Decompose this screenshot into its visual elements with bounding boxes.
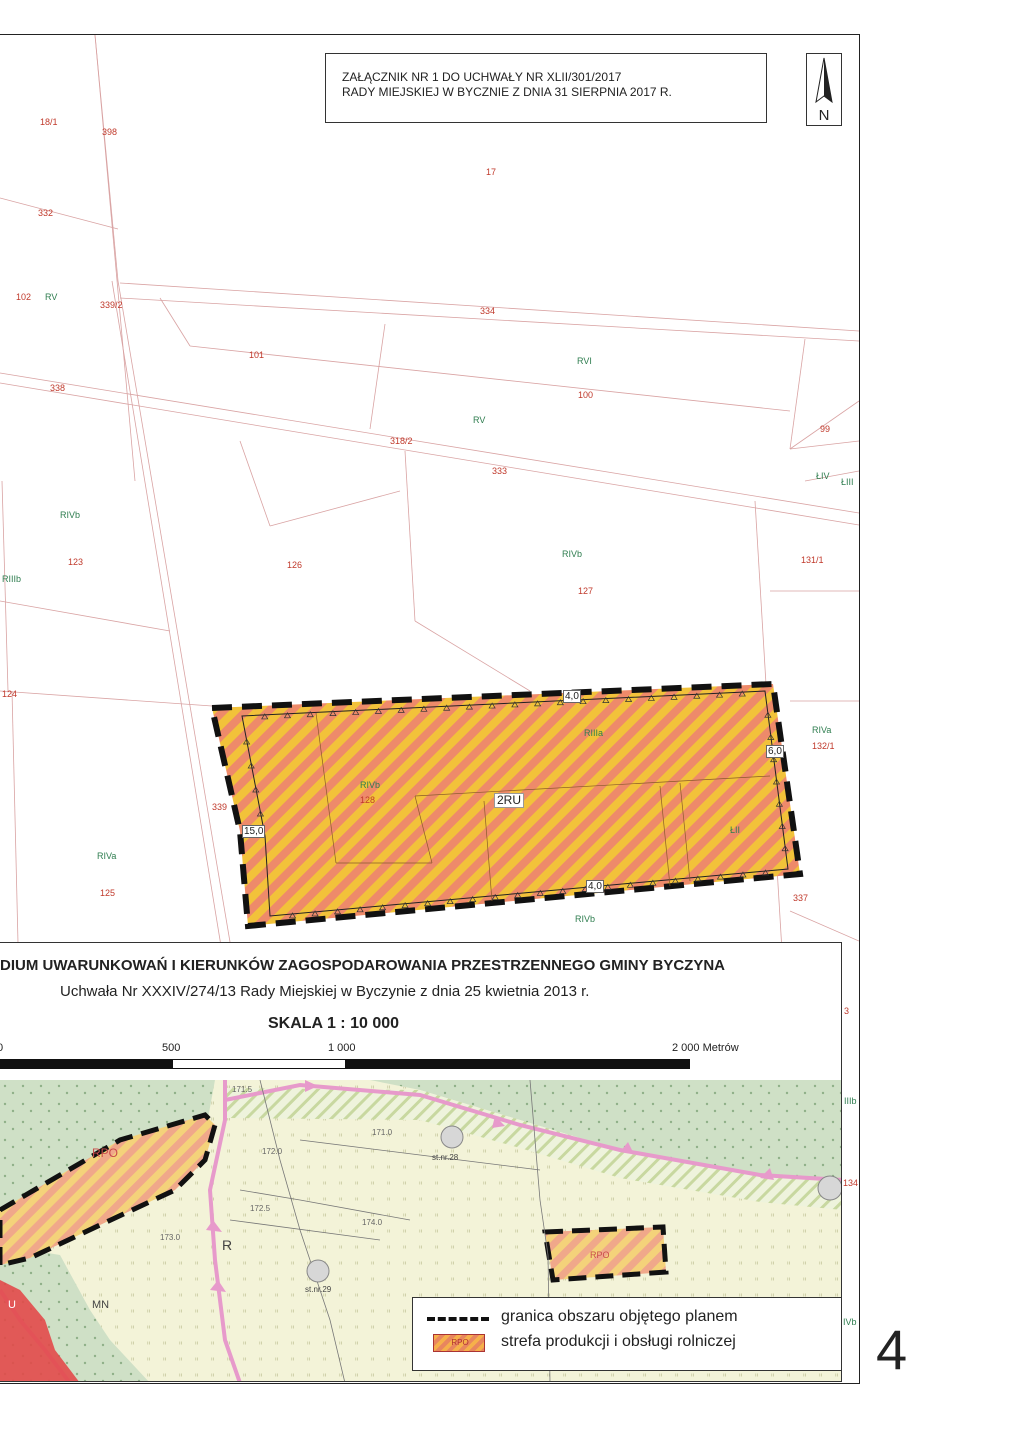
parcel-label: 338	[50, 383, 65, 393]
height-label: 171.0	[372, 1128, 393, 1137]
parcel-label: 17	[486, 167, 496, 177]
north-arrow: N	[806, 53, 842, 126]
parcel-label: 318/2	[390, 436, 413, 446]
zone-label: 2RU	[494, 793, 525, 808]
zone-letter: MN	[92, 1299, 109, 1311]
parcel-label: 125	[100, 888, 115, 898]
rpo-label-east: RPO	[590, 1250, 610, 1260]
legend-label: granica obszaru objętego planem	[501, 1308, 738, 1325]
soil-class-label: RIVa	[97, 851, 116, 861]
parcel-label: 132/1	[812, 741, 835, 751]
parcel-label: 339/2	[100, 300, 123, 310]
study-title: DIUM UWARUNKOWAŃ I KIERUNKÓW ZAGOSPODARO…	[0, 957, 726, 974]
page-number: 4	[876, 1318, 908, 1381]
soil-class-label: RVI	[577, 356, 592, 366]
parcel-label: 101	[249, 350, 264, 360]
soil-class-label: ŁII	[730, 825, 740, 835]
rpo-label-west: RPO	[92, 1146, 118, 1160]
height-label: 174.0	[362, 1218, 383, 1227]
scale-bar	[0, 1059, 690, 1069]
soil-class-label: ŁIV	[816, 471, 830, 481]
attachment-title-line2: RADY MIEJSKIEJ W BYCZNIE Z DNIA 31 SIERP…	[342, 85, 672, 99]
study-scale: SKALA 1 : 10 000	[268, 1015, 400, 1032]
soil-class-label: RIIIa	[584, 728, 603, 738]
edge-label: 3	[844, 1006, 850, 1016]
soil-class-label: RIVb	[360, 780, 380, 790]
soil-class-label: RIVb	[60, 510, 80, 520]
soil-class-label: RV	[45, 292, 57, 302]
parcel-label: 102	[16, 292, 31, 302]
rpo-swatch: RPO	[433, 1334, 485, 1352]
dimension-south: 4,0	[586, 880, 604, 893]
edge-label: IIIb	[844, 1096, 857, 1106]
height-label: 171.5	[232, 1085, 253, 1094]
parcel-label: 332	[38, 208, 53, 218]
legend-item-boundary: granica obszaru objętego planem	[413, 1306, 843, 1330]
legend-label: strefa produkcji i obsługi rolniczej	[501, 1333, 736, 1350]
soil-class-label: RIVb	[562, 549, 582, 559]
scale-label: 0	[0, 1042, 3, 1054]
scale-label: 2 000 Metrów	[672, 1042, 739, 1054]
parcel-label: 127	[578, 586, 593, 596]
height-label: 173.0	[160, 1233, 181, 1242]
parcel-label: 99	[820, 424, 830, 434]
dimension-west: 15,0	[242, 825, 266, 838]
height-label: 172.5	[250, 1204, 271, 1213]
attachment-title-box: ZAŁĄCZNIK NR 1 DO UCHWAŁY NR XLII/301/20…	[325, 53, 767, 123]
dimension-east: 6,0	[766, 745, 784, 758]
zone-letter: U	[8, 1299, 16, 1311]
scale-label: 1 000	[328, 1042, 356, 1054]
parcel-label: 126	[287, 560, 302, 570]
soil-class-label: RIVa	[812, 725, 831, 735]
parcel-label: 123	[68, 557, 83, 567]
parcel-label: 339	[212, 802, 227, 812]
north-letter: N	[818, 107, 830, 124]
soil-class-label: RV	[473, 415, 485, 425]
soil-class-label: RIIIb	[2, 574, 21, 584]
rpo-swatch-text: RPO	[451, 1338, 469, 1347]
boundary-line-symbol	[427, 1317, 489, 1321]
parcel-label: 18/1	[40, 117, 58, 127]
parcel-label: 100	[578, 390, 593, 400]
parcel-label: 131/1	[801, 555, 824, 565]
soil-class-label: ŁIII	[841, 477, 854, 487]
parcel-label: 333	[492, 466, 507, 476]
study-resolution: Uchwała Nr XXXIV/274/13 Rady Miejskiej w…	[60, 983, 590, 1000]
attachment-title-line1: ZAŁĄCZNIK NR 1 DO UCHWAŁY NR XLII/301/20…	[342, 70, 622, 84]
site-label: st.nr.28	[432, 1153, 459, 1162]
legend: granica obszaru objętego planem RPO stre…	[412, 1297, 842, 1371]
edge-label: 134	[843, 1178, 859, 1188]
parcel-label: 398	[102, 127, 117, 137]
dimension-north: 4,0	[563, 690, 581, 703]
legend-item-rpo: RPO strefa produkcji i obsługi rolniczej	[413, 1331, 843, 1355]
north-arrow-icon	[815, 57, 833, 104]
study-header: DIUM UWARUNKOWAŃ I KIERUNKÓW ZAGOSPODARO…	[0, 943, 841, 1081]
parcel-label: 334	[480, 306, 495, 316]
scale-label: 500	[162, 1042, 181, 1054]
zone-letter: R	[222, 1237, 232, 1253]
edge-label: IVb	[843, 1317, 857, 1327]
soil-class-label: RIVb	[575, 914, 595, 924]
parcel-label: 124	[2, 689, 17, 699]
parcel-label: 128	[360, 795, 375, 805]
site-label: st.nr.29	[305, 1285, 332, 1294]
height-label: 172.0	[262, 1147, 283, 1156]
parcel-label: 337	[793, 893, 808, 903]
